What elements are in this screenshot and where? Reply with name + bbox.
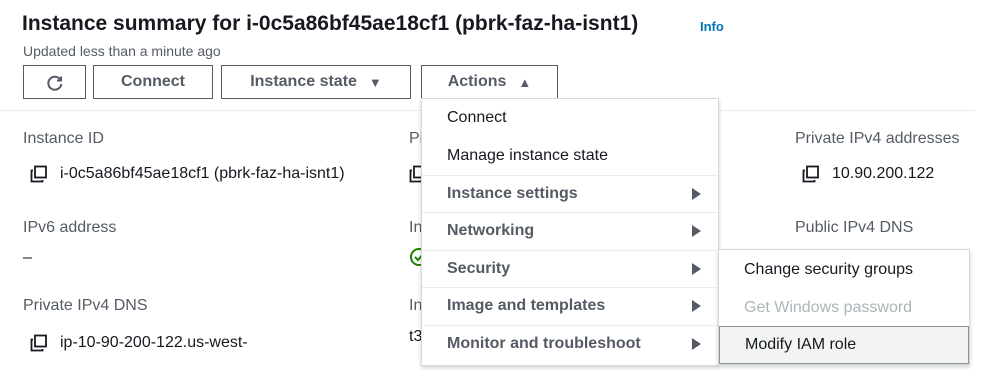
ipv6-label: IPv6 address: [23, 219, 117, 236]
submenu-item-get-windows-password: Get Windows password: [719, 289, 969, 327]
column2-label-1: Pi: [409, 130, 421, 147]
copy-icon[interactable]: [802, 165, 820, 183]
actions-button[interactable]: Actions ▲: [421, 65, 558, 99]
copy-icon: [409, 165, 421, 183]
status-check-icon: [409, 247, 421, 267]
copy-icon[interactable]: [30, 165, 48, 183]
info-link[interactable]: Info: [700, 19, 724, 34]
private-ipv4-label: Private IPv4 addresses: [795, 130, 960, 147]
private-ipv4-value: 10.90.200.122: [802, 165, 934, 183]
private-dns-label: Private IPv4 DNS: [23, 297, 148, 314]
menu-item-label: Monitor and troubleshoot: [447, 335, 641, 352]
submenu-item-label: Change security groups: [744, 261, 913, 278]
refresh-button[interactable]: [23, 65, 86, 99]
instance-id-value: i-0c5a86bf45ae18cf1 (pbrk-faz-ha-isnt1): [30, 165, 345, 183]
menu-item-label: Manage instance state: [447, 147, 608, 164]
column2-label-3: In: [409, 297, 421, 314]
submenu-arrow-icon: [692, 225, 701, 237]
refresh-icon: [46, 75, 62, 91]
caret-up-icon: ▲: [518, 74, 532, 90]
menu-item-label: Networking: [447, 222, 535, 239]
submenu-item-label: Get Windows password: [744, 299, 913, 316]
ipv6-value: –: [23, 249, 32, 266]
private-dns-value: ip-10-90-200-122.us-west-: [30, 334, 248, 352]
connect-button-label: Connect: [121, 73, 185, 90]
private-dns-text: ip-10-90-200-122.us-west-: [60, 334, 248, 351]
menu-item-monitor-and-troubleshoot[interactable]: Monitor and troubleshoot: [422, 326, 718, 362]
submenu-arrow-icon: [692, 338, 701, 350]
instance-id-text: i-0c5a86bf45ae18cf1 (pbrk-faz-ha-isnt1): [60, 165, 345, 182]
actions-menu: Connect Manage instance state Instance s…: [421, 98, 719, 366]
menu-item-label: Image and templates: [447, 297, 606, 314]
submenu-item-modify-iam-role[interactable]: Modify IAM role: [719, 326, 969, 364]
column2-value-4: t3: [409, 328, 421, 345]
menu-item-connect[interactable]: Connect: [422, 100, 718, 136]
submenu-arrow-icon: [692, 188, 701, 200]
actions-button-label: Actions: [447, 73, 507, 90]
menu-item-instance-settings[interactable]: Instance settings: [422, 176, 718, 212]
menu-item-label: Instance settings: [447, 185, 578, 202]
instance-state-button[interactable]: Instance state ▼: [221, 65, 411, 99]
menu-item-label: Connect: [447, 109, 507, 126]
menu-item-label: Security: [447, 260, 511, 277]
column2-copy-icon: [409, 165, 421, 188]
security-submenu: Change security groups Get Windows passw…: [718, 249, 970, 365]
instance-state-button-label: Instance state: [250, 73, 357, 90]
column2-label-2: In: [409, 219, 421, 236]
copy-icon[interactable]: [30, 334, 48, 352]
updated-status: Updated less than a minute ago: [23, 43, 221, 59]
menu-item-image-and-templates[interactable]: Image and templates: [422, 288, 718, 324]
public-dns-label: Public IPv4 DNS: [795, 219, 914, 236]
menu-item-manage-instance-state[interactable]: Manage instance state: [422, 138, 718, 174]
connect-button[interactable]: Connect: [93, 65, 213, 99]
caret-down-icon: ▼: [368, 74, 382, 90]
menu-item-networking[interactable]: Networking: [422, 213, 718, 249]
menu-item-security[interactable]: Security: [422, 251, 718, 287]
private-ipv4-text: 10.90.200.122: [832, 165, 935, 182]
submenu-arrow-icon: [692, 263, 701, 275]
page-title: Instance summary for i-0c5a86bf45ae18cf1…: [22, 12, 639, 35]
submenu-item-label: Modify IAM role: [745, 336, 857, 353]
submenu-item-change-security-groups[interactable]: Change security groups: [719, 251, 969, 289]
instance-id-label: Instance ID: [23, 130, 104, 147]
submenu-arrow-icon: [692, 300, 701, 312]
